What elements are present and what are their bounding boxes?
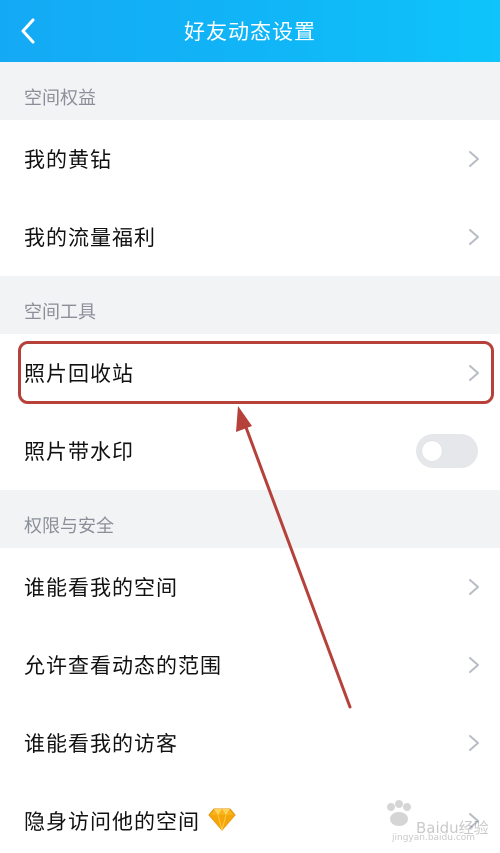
section-label-privacy: 权限与安全 (24, 516, 114, 537)
settings-item-data-benefits[interactable]: 我的流量福利 (0, 198, 500, 276)
settings-item-label: 谁能看我的访客 (24, 732, 178, 756)
settings-item-photo-watermark: 照片带水印 (0, 412, 500, 490)
section-benefits: 我的黄钻 我的流量福利 (0, 120, 500, 276)
settings-item-label: 隐身访问他的空间 (24, 810, 200, 834)
yellow-diamond-icon (208, 808, 236, 831)
page-title: 好友动态设置 (184, 20, 316, 44)
settings-item-label: 照片带水印 (24, 440, 134, 464)
chevron-right-icon (469, 151, 479, 167)
back-button[interactable] (8, 12, 48, 50)
settings-item-feed-visibility-range[interactable]: 允许查看动态的范围 (0, 626, 500, 704)
settings-item-label: 允许查看动态的范围 (24, 654, 222, 678)
chevron-left-icon (21, 18, 35, 44)
annotation-highlight-box (18, 341, 494, 404)
paw-logo-icon (387, 800, 411, 826)
chevron-right-icon (469, 229, 479, 245)
chevron-right-icon (469, 657, 479, 673)
settings-item-label: 我的黄钻 (24, 148, 112, 172)
settings-item-yellow-diamond[interactable]: 我的黄钻 (0, 120, 500, 198)
baidu-watermark: Baidu经验 jingyan.baidu.com (382, 795, 492, 845)
watermark-toggle[interactable] (416, 434, 478, 468)
settings-item-label: 谁能看我的空间 (24, 576, 178, 600)
top-bar: 好友动态设置 (0, 0, 500, 62)
chevron-right-icon (469, 579, 479, 595)
section-label-tools: 空间工具 (24, 302, 96, 323)
chevron-right-icon (469, 735, 479, 751)
settings-item-who-can-view-visitors[interactable]: 谁能看我的访客 (0, 704, 500, 782)
section-label-benefits: 空间权益 (24, 88, 96, 109)
watermark-url: jingyan.baidu.com (392, 833, 476, 843)
settings-item-who-can-view-space[interactable]: 谁能看我的空间 (0, 548, 500, 626)
toggle-knob (422, 441, 442, 461)
settings-item-label: 我的流量福利 (24, 226, 156, 250)
